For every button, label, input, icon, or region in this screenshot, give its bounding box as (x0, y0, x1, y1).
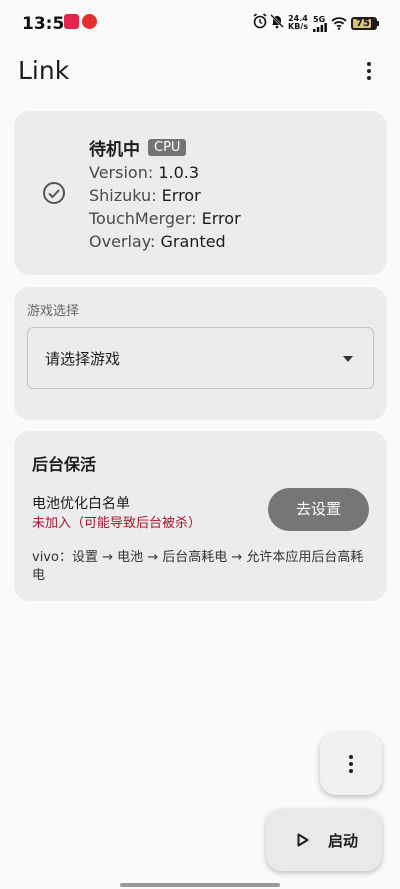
home-indicator[interactable] (120, 883, 280, 887)
overlay-value: Granted (160, 232, 226, 251)
net-speed: 24.4 KB/s (288, 15, 308, 31)
game-select-dropdown[interactable]: 请选择游戏 (27, 327, 374, 389)
touchmerger-line: TouchMerger: Error (89, 209, 241, 229)
net-speed-unit: KB/s (288, 22, 308, 31)
shizuku-value: Error (161, 186, 201, 205)
goto-settings-button[interactable]: 去设置 (268, 488, 369, 531)
battery-icon: 75 (351, 17, 377, 30)
status-bar: 13:55 24.4 KB/s 5G 75 (0, 0, 400, 48)
start-fab-button[interactable]: 启动 (266, 809, 382, 871)
play-icon (297, 833, 309, 847)
overlay-line: Overlay: Granted (89, 232, 241, 252)
status-title: 待机中 (89, 140, 140, 160)
game-select-card: 游戏选择 请选择游戏 (14, 287, 387, 420)
music-app-notification-icon (82, 14, 97, 29)
version-line: Version: 1.0.3 (89, 163, 241, 183)
dropdown-arrow-icon (343, 356, 353, 362)
keepalive-card: 后台保活 电池优化白名单 未加入（可能导致后台被杀） 去设置 vivo：设置 →… (14, 431, 387, 601)
wifi-icon (331, 17, 347, 30)
keepalive-title: 后台保活 (32, 455, 97, 474)
battery-level: 75 (356, 18, 370, 29)
touchmerger-value: Error (201, 209, 241, 228)
alarm-icon (253, 13, 267, 29)
shizuku-line: Shizuku: Error (89, 186, 241, 206)
overflow-menu-button[interactable] (356, 58, 382, 84)
game-select-value: 请选择游戏 (45, 350, 121, 368)
start-label: 启动 (328, 832, 359, 850)
overlay-label: Overlay: (89, 232, 161, 251)
status-card: 待机中 CPU Version: 1.0.3 Shizuku: Error To… (14, 111, 387, 275)
cpu-badge: CPU (148, 139, 187, 156)
version-value: 1.0.3 (158, 163, 200, 182)
app-title: Link (18, 56, 70, 85)
more-vert-icon (367, 62, 371, 80)
battery-whitelist-status: 未加入（可能导致后台被杀） (32, 516, 202, 531)
check-circle-icon (43, 182, 65, 204)
signal-icon (313, 23, 327, 32)
mute-icon (270, 14, 284, 29)
app-notification-icon (64, 14, 79, 29)
keepalive-note: vivo：设置 → 电池 → 后台高耗电 → 允许本应用后台高耗电 (32, 550, 364, 583)
more-vert-icon (349, 755, 353, 773)
battery-whitelist-label: 电池优化白名单 (32, 496, 130, 512)
game-select-label: 游戏选择 (27, 304, 80, 319)
version-label: Version: (89, 163, 159, 182)
more-fab-button[interactable] (320, 733, 382, 795)
shizuku-label: Shizuku: (89, 186, 162, 205)
touchmerger-label: TouchMerger: (89, 209, 202, 228)
